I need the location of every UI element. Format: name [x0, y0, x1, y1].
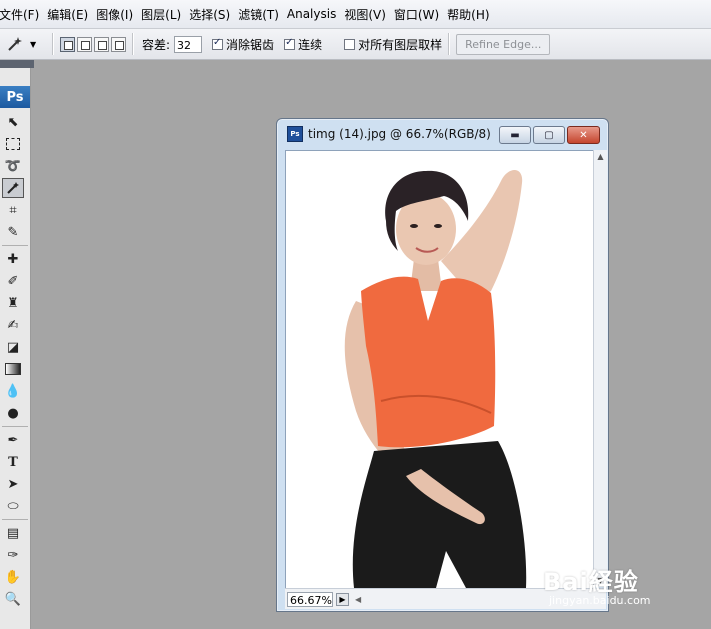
maximize-button[interactable]: ▢ [533, 126, 565, 144]
hand-tool-icon[interactable]: ✋ [2, 567, 24, 587]
selection-mode-group [60, 36, 126, 52]
lasso-tool-icon[interactable]: ➰ [2, 156, 24, 176]
close-button[interactable]: ✕ [567, 126, 600, 144]
type-tool-icon[interactable]: T [2, 452, 24, 472]
magic-wand-tool-icon[interactable] [2, 178, 24, 198]
healing-brush-tool-icon[interactable]: ✚ [2, 249, 24, 269]
antialias-label: 消除锯齿 [226, 37, 275, 52]
gradient-tool-icon[interactable] [2, 359, 24, 379]
slice-tool-icon[interactable]: ✎ [2, 222, 24, 242]
refine-edge-button[interactable]: Refine Edge... [456, 33, 551, 55]
sample-all-layers-label: 对所有图层取样 [358, 37, 443, 52]
contiguous-checkbox[interactable]: 连续 [284, 36, 322, 53]
zoom-level-field[interactable]: 66.67% [287, 591, 333, 607]
divider [2, 426, 28, 427]
antialias-checkbox[interactable]: 消除锯齿 [212, 36, 274, 53]
menu-window[interactable]: 窗口(W) [394, 6, 447, 23]
brush-tool-icon[interactable]: ✐ [2, 271, 24, 291]
tolerance-input[interactable]: 32 [174, 35, 203, 53]
menu-filter[interactable]: 滤镜(T) [238, 6, 287, 23]
toolbox: Ps ⬉ ➰ ⌗ ✎ ✚ ✐ ♜ ✍ ◪ 💧 ● ✒ T ➤ ⬭ ▤ ✑ ✋ 🔍 [0, 68, 31, 629]
document-title-bar[interactable]: Ps timg (14).jpg @ 66.7%(RGB/8) ▬ ▢ ✕ [277, 119, 608, 149]
status-menu-arrow-icon[interactable]: ▶ [336, 592, 349, 606]
menu-view[interactable]: 视图(V) [344, 6, 394, 23]
tolerance-label: 容差: [142, 37, 171, 52]
menu-analysis[interactable]: Analysis [287, 7, 344, 21]
dodge-tool-icon[interactable]: ● [2, 403, 24, 423]
path-selection-tool-icon[interactable]: ➤ [2, 474, 24, 494]
history-brush-tool-icon[interactable]: ✍ [2, 315, 24, 335]
tool-preset-picker[interactable]: ▼ [6, 36, 46, 52]
pen-tool-icon[interactable]: ✒ [2, 430, 24, 450]
minimize-button[interactable]: ▬ [499, 126, 531, 144]
checkbox-unchecked-icon [344, 38, 356, 50]
crop-tool-icon[interactable]: ⌗ [2, 200, 24, 220]
divider [2, 245, 28, 246]
checkbox-checked-icon [212, 37, 224, 50]
shape-tool-icon[interactable]: ⬭ [2, 496, 24, 516]
menu-edit[interactable]: 编辑(E) [47, 6, 96, 23]
options-bar: ▼ 容差: 32 消除锯齿 连续 对所有图层取样 Refine Edge... [0, 29, 711, 60]
new-selection-button[interactable] [60, 36, 75, 52]
divider [2, 519, 28, 520]
menu-file[interactable]: 文件(F) [0, 6, 47, 23]
minimize-icon: ▬ [510, 129, 520, 141]
clone-stamp-tool-icon[interactable]: ♜ [2, 293, 24, 313]
contiguous-label: 连续 [298, 37, 323, 52]
baidu-watermark: Bai経验 jingyan.baidu.com [543, 562, 709, 612]
menu-bar: 文件(F) 编辑(E) 图像(I) 图层(L) 选择(S) 滤镜(T) Anal… [0, 0, 711, 29]
eraser-tool-icon[interactable]: ◪ [2, 337, 24, 357]
toolbox-header[interactable] [0, 60, 34, 68]
close-icon: ✕ [579, 129, 588, 141]
vertical-scrollbar[interactable]: ▲ ▼ [593, 150, 607, 587]
photoshop-file-icon: Ps [287, 126, 303, 142]
divider [132, 33, 134, 55]
add-to-selection-button[interactable] [77, 36, 92, 52]
zoom-tool-icon[interactable]: 🔍 [2, 589, 24, 609]
woman-photo-image [344, 169, 527, 588]
menu-image[interactable]: 图像(I) [96, 6, 141, 23]
menu-select[interactable]: 选择(S) [189, 6, 238, 23]
menu-help[interactable]: 帮助(H) [447, 6, 497, 23]
notes-tool-icon[interactable]: ▤ [2, 523, 24, 543]
watermark-url: jingyan.baidu.com [549, 594, 651, 607]
magic-wand-icon [8, 37, 22, 51]
checkbox-checked-icon [284, 37, 296, 50]
image-canvas[interactable] [285, 150, 594, 589]
intersect-selection-button[interactable] [111, 36, 126, 52]
sample-all-layers-checkbox[interactable]: 对所有图层取样 [344, 36, 442, 53]
photoshop-logo[interactable]: Ps [0, 86, 30, 108]
marquee-tool-icon[interactable] [2, 134, 24, 154]
divider [52, 33, 54, 55]
document-window: Ps timg (14).jpg @ 66.7%(RGB/8) ▬ ▢ ✕ ▲ … [276, 118, 609, 612]
divider [448, 33, 451, 55]
menu-layer[interactable]: 图层(L) [141, 6, 189, 23]
document-title: timg (14).jpg @ 66.7%(RGB/8) [308, 127, 491, 141]
move-tool-icon[interactable]: ⬉ [2, 112, 24, 132]
watermark-text: Bai経验 [543, 568, 639, 596]
subtract-from-selection-button[interactable] [94, 36, 109, 52]
color-swatches[interactable] [0, 620, 30, 629]
window-controls: ▬ ▢ ✕ [499, 126, 600, 144]
scroll-left-icon[interactable]: ◀ [355, 595, 361, 604]
scroll-up-icon[interactable]: ▲ [594, 150, 607, 163]
eyedropper-tool-icon[interactable]: ✑ [2, 545, 24, 565]
blur-tool-icon[interactable]: 💧 [2, 381, 24, 401]
maximize-icon: ▢ [544, 129, 554, 141]
chevron-down-icon: ▼ [30, 39, 37, 49]
